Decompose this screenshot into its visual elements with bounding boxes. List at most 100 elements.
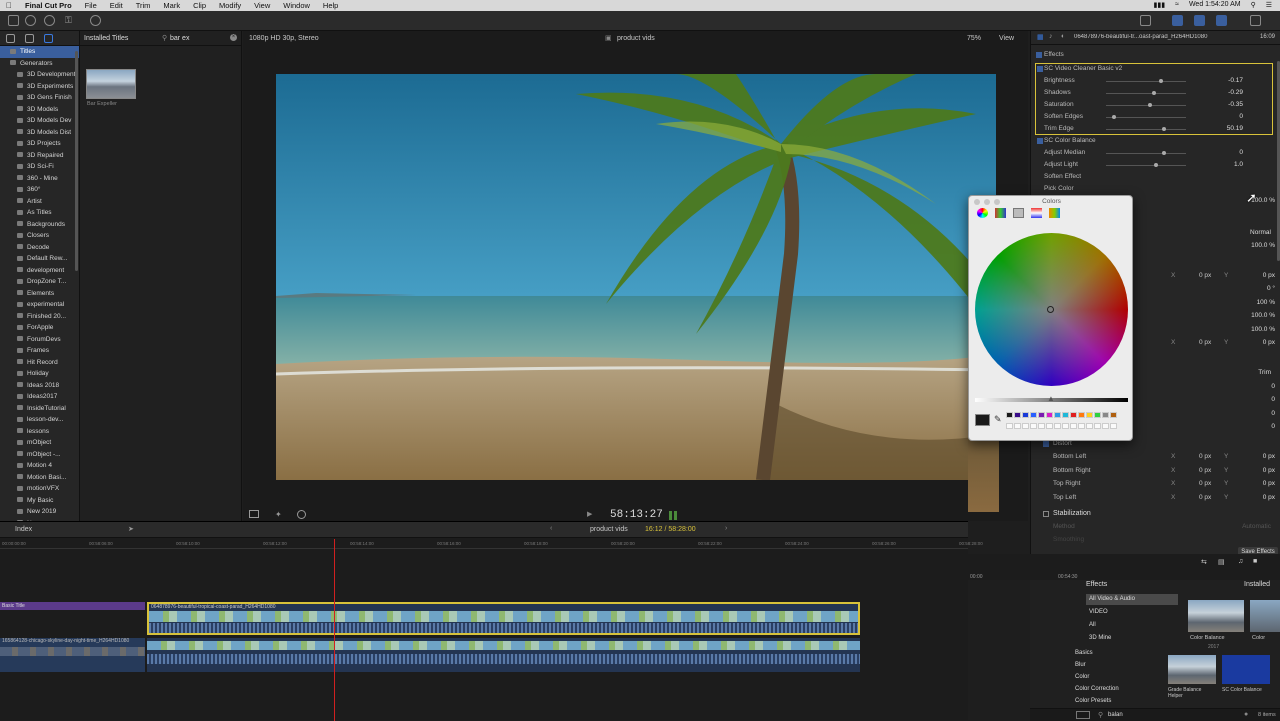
transform-tool-icon[interactable] <box>249 510 259 518</box>
secondary-clip[interactable] <box>147 638 860 672</box>
effects-search-input[interactable]: balan <box>1108 712 1123 718</box>
effect2-header[interactable]: SC Color Balance <box>1031 135 1280 147</box>
check-icon[interactable] <box>90 15 101 26</box>
color-swatch[interactable] <box>1054 422 1061 429</box>
effects-category[interactable]: Color <box>1072 672 1164 683</box>
color-swatch[interactable] <box>1062 422 1069 429</box>
param-value[interactable]: 0 <box>1239 111 1243 123</box>
secondary-clip-left[interactable]: 165864128-chicago-skyline-day-night-time… <box>0 638 145 672</box>
menu-help[interactable]: Help <box>323 1 338 10</box>
effects-category[interactable]: Color Presets <box>1072 696 1164 707</box>
distort-x[interactable]: 0 px <box>1199 465 1211 477</box>
menu-mark[interactable]: Mark <box>163 1 180 10</box>
effects-category[interactable]: Color Correction <box>1072 684 1164 695</box>
color-swatch[interactable] <box>1054 412 1061 418</box>
sidebar-item[interactable]: Hit Record <box>0 357 79 369</box>
library-dropdown[interactable]: Installed Titles <box>84 35 128 42</box>
param-slider[interactable] <box>1106 163 1186 167</box>
param-slider-thumb[interactable] <box>1158 79 1163 83</box>
clip-thumbnail[interactable] <box>86 69 136 99</box>
clear-search-icon[interactable]: × <box>230 34 237 41</box>
menu-window[interactable]: Window <box>283 1 310 10</box>
background-tasks-icon[interactable] <box>44 15 55 26</box>
stabilization-checkbox[interactable] <box>1043 511 1049 517</box>
index-button[interactable]: Index <box>15 526 32 533</box>
opacity-value[interactable]: 100.0 % <box>1251 240 1275 252</box>
distort-x[interactable]: 0 px <box>1199 492 1211 504</box>
param-slider[interactable] <box>1106 103 1186 107</box>
sidebar-item[interactable]: 3D Models Dist <box>0 127 79 139</box>
color-swatch[interactable] <box>1014 422 1021 429</box>
video-inspector-icon[interactable]: ▦ <box>1037 33 1044 41</box>
param-slider-thumb[interactable] <box>1147 103 1152 107</box>
distort-y[interactable]: 0 px <box>1263 465 1275 477</box>
param-value[interactable]: 50.19 <box>1227 123 1243 135</box>
sidebar-item[interactable]: Backgrounds <box>0 219 79 231</box>
sidebar-item[interactable]: 360° <box>0 184 79 196</box>
sliders-tab-icon[interactable] <box>995 208 1006 218</box>
anchor-x[interactable]: 0 px <box>1199 337 1211 349</box>
rotation-value[interactable]: 0 ° <box>1267 283 1275 295</box>
effects-section-header[interactable]: Effects <box>1031 49 1280 61</box>
sidebar-item[interactable]: 360 - Mine <box>0 173 79 185</box>
play-icon[interactable]: ▶ <box>587 510 592 518</box>
transition-icon[interactable]: ⇆ <box>1201 558 1207 566</box>
share-icon[interactable] <box>1140 15 1151 26</box>
color-swatch[interactable] <box>1094 412 1101 418</box>
param-value[interactable]: 1.0 <box>1234 159 1243 171</box>
speed-icon[interactable] <box>297 510 306 519</box>
param-slider[interactable] <box>1106 115 1186 119</box>
audio-icon[interactable]: ■ <box>1253 558 1257 565</box>
param-slider-thumb[interactable] <box>1112 115 1117 119</box>
sidebar-item[interactable]: 3D Gens Finish <box>0 92 79 104</box>
sidebar-item[interactable]: New 2019 <box>0 506 79 518</box>
battery-icon[interactable]: ▮▮▮ <box>1154 1 1166 9</box>
current-color-well[interactable] <box>975 414 990 426</box>
sidebar-item[interactable]: DropZone T... <box>0 276 79 288</box>
stabilization-header[interactable]: Stabilization <box>1031 508 1280 520</box>
search-icon[interactable]: ⚲ <box>1251 1 1256 9</box>
sidebar-item-generators[interactable]: Generators <box>0 58 79 70</box>
effects-category[interactable]: All Video & Audio <box>1086 594 1178 605</box>
timeline-ruler[interactable]: 00:00:00:00 00:58:06:00 00:58:10:00 00:58:1… <box>0 539 983 549</box>
view-dropdown[interactable]: View <box>999 35 1014 42</box>
sidebar-item[interactable]: development <box>0 265 79 277</box>
effect1-header[interactable]: SC Video Cleaner Basic v2 <box>1031 63 1280 75</box>
param-slider-thumb[interactable] <box>1162 127 1166 131</box>
crop-right[interactable]: 0 <box>1271 394 1275 406</box>
sidebar-item[interactable]: InsideTutorial <box>0 403 79 415</box>
apple-menu[interactable]:  <box>6 1 12 10</box>
position-y[interactable]: 0 px <box>1263 270 1275 282</box>
forward-arrow-icon[interactable]: › <box>725 525 727 532</box>
image-palettes-tab-icon[interactable] <box>1031 208 1042 218</box>
color-swatch[interactable] <box>1102 422 1109 429</box>
menu-edit[interactable]: Edit <box>110 1 123 10</box>
back-arrow-icon[interactable]: ‹ <box>550 525 552 532</box>
timecode-display[interactable]: 58:13:27 <box>610 509 663 521</box>
color-swatch[interactable] <box>1006 422 1013 429</box>
sidebar-item[interactable]: 3D Models <box>0 104 79 116</box>
eyedropper-icon[interactable]: ✎ <box>994 414 1002 425</box>
distort-y[interactable]: 0 px <box>1263 451 1275 463</box>
param-value[interactable]: -0.17 <box>1228 75 1243 87</box>
sidebar-item[interactable]: Holiday <box>0 368 79 380</box>
sidebar-item[interactable]: lesson-dev... <box>0 414 79 426</box>
effect1-enable-checkbox[interactable] <box>1037 66 1043 72</box>
sidebar-item[interactable]: Ideas 2018 <box>0 380 79 392</box>
param-slider[interactable] <box>1106 151 1186 155</box>
param-slider-thumb[interactable] <box>1152 91 1157 95</box>
sidebar-item-titles[interactable]: Titles <box>0 46 79 58</box>
effects-category[interactable]: 3D Mine <box>1086 633 1178 644</box>
browser-toggle-icon[interactable] <box>1172 15 1183 26</box>
color-swatch[interactable] <box>1086 422 1093 429</box>
effects-category[interactable]: Blur <box>1072 660 1164 671</box>
installed-dropdown[interactable]: Installed <box>1244 581 1270 588</box>
key-icon[interactable]: ⚿ <box>65 15 76 26</box>
sidebar-item[interactable]: mObject -... <box>0 449 79 461</box>
color-swatch[interactable] <box>1070 412 1077 418</box>
distort-y[interactable]: 0 px <box>1263 478 1275 490</box>
sidebar-item[interactable]: 3D Projects <box>0 138 79 150</box>
effects-category[interactable]: VIDEO <box>1086 607 1178 618</box>
param-value[interactable]: -0.35 <box>1228 99 1243 111</box>
sidebar-item[interactable]: Motion Basi... <box>0 472 79 484</box>
